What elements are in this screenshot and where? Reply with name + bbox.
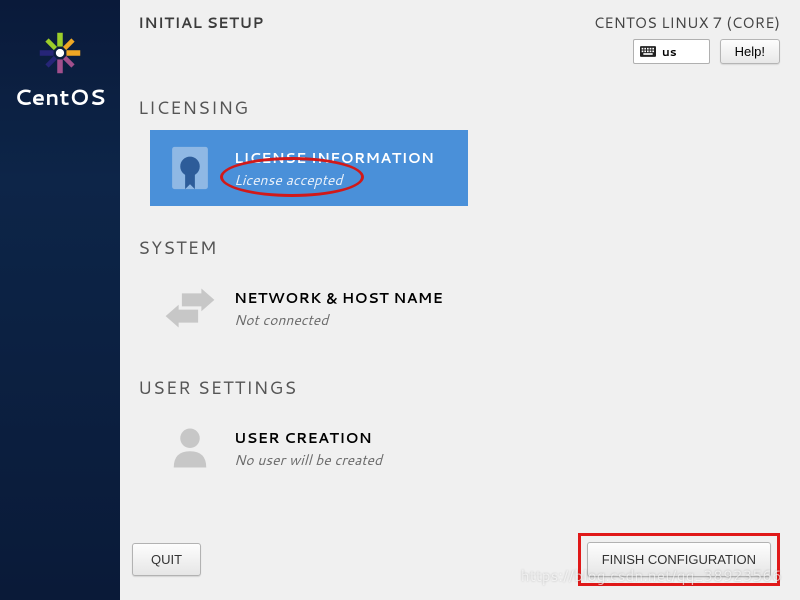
spoke-user-creation[interactable]: USER CREATION No user will be created [150,410,468,486]
help-button[interactable]: Help! [720,39,780,64]
finish-configuration-button[interactable]: FINISH CONFIGURATION [587,542,771,577]
annotation-finish-highlight: FINISH CONFIGURATION [578,533,780,586]
license-icon [164,142,216,194]
section-user-heading: USER SETTINGS [138,374,782,400]
spoke-network-hostname[interactable]: NETWORK & HOST NAME Not connected [150,270,468,346]
header-right: CENTOS LINUX 7 (CORE) [594,12,780,64]
main-panel: INITIAL SETUP CENTOS LINUX 7 (CORE) [120,0,800,600]
centos-logo-text: CentOS [14,82,106,113]
content: LICENSING LICENSE INFORMATION License ac… [120,64,800,533]
keyboard-layout-text: us [662,43,677,60]
user-icon [164,422,216,474]
distro-label: CENTOS LINUX 7 (CORE) [594,12,780,33]
spoke-user-title: USER CREATION [234,427,382,448]
spoke-license-information[interactable]: LICENSE INFORMATION License accepted [150,130,468,206]
spoke-user-status: No user will be created [234,450,382,470]
centos-logo-icon [37,30,83,76]
spoke-license-title: LICENSE INFORMATION [234,147,434,168]
section-licensing-heading: LICENSING [138,94,782,120]
keyboard-icon [640,46,656,57]
network-icon [164,282,216,334]
section-system-heading: SYSTEM [138,234,782,260]
spoke-network-title: NETWORK & HOST NAME [234,287,443,308]
quit-button[interactable]: QUIT [132,543,201,576]
centos-logo: CentOS [14,30,106,113]
header: INITIAL SETUP CENTOS LINUX 7 (CORE) [120,0,800,64]
spoke-license-status: License accepted [234,170,434,190]
footer: QUIT FINISH CONFIGURATION https://blog.c… [120,533,800,600]
page-title: INITIAL SETUP [138,12,264,33]
spoke-network-status: Not connected [234,310,443,330]
keyboard-layout-selector[interactable]: us [633,39,710,64]
sidebar: CentOS [0,0,120,600]
